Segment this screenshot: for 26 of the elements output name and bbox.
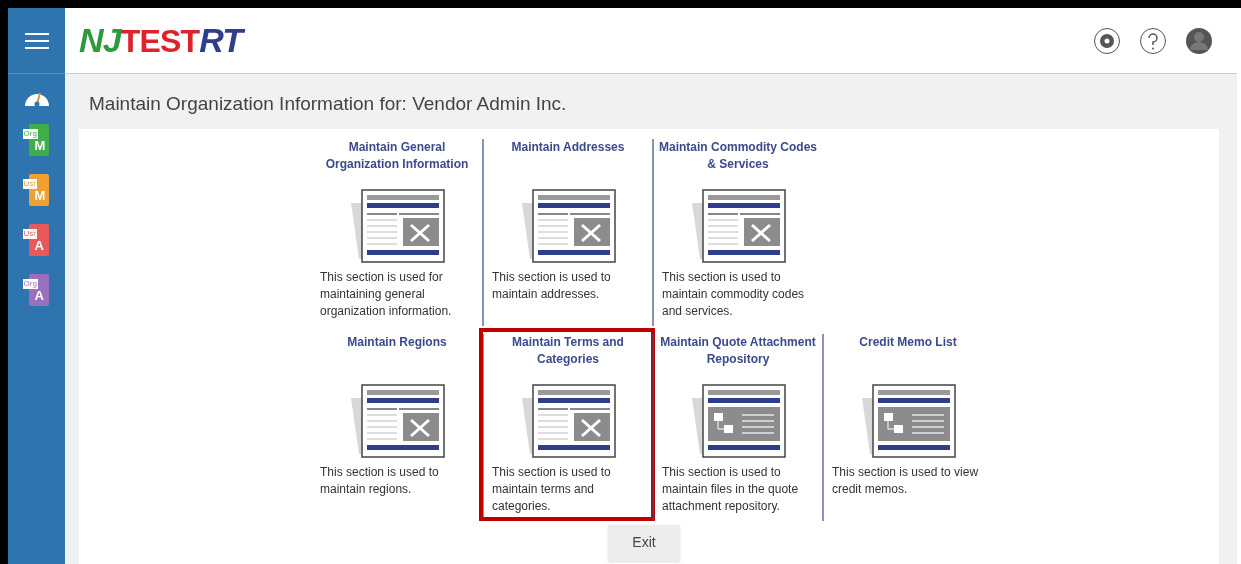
form-with-tools-icon bbox=[349, 383, 445, 460]
form-with-folders-icon bbox=[690, 383, 786, 460]
section-link[interactable]: Maintain General Organization Information bbox=[316, 138, 478, 173]
form-with-tools-icon bbox=[690, 188, 786, 265]
form-with-tools-icon bbox=[520, 383, 616, 460]
section-link[interactable]: Maintain Terms and Categories bbox=[488, 333, 648, 368]
section-link[interactable]: Maintain Regions bbox=[347, 333, 447, 351]
help-icon[interactable] bbox=[1139, 26, 1167, 55]
form-with-folders-icon bbox=[860, 383, 956, 460]
user-icon[interactable] bbox=[1185, 26, 1213, 55]
form-with-tools-icon bbox=[520, 188, 616, 265]
form-with-tools-icon bbox=[349, 188, 445, 265]
page-title: Maintain Organization Information for: Vendor Admin Inc. bbox=[88, 92, 568, 116]
section-description: This section is used to view credit memos. bbox=[831, 463, 980, 498]
settings-icon[interactable] bbox=[1093, 26, 1121, 55]
section-description: This section is used to maintain regions. bbox=[319, 463, 440, 498]
section-link[interactable]: Maintain Addresses bbox=[511, 138, 625, 156]
section-link[interactable]: Maintain Commodity Codes & Services bbox=[658, 138, 818, 173]
section-description: This section is used to maintain addresses. bbox=[491, 268, 612, 303]
section-link[interactable]: Maintain Quote Attachment Repository bbox=[658, 333, 818, 368]
section-description: This section is used to maintain files in the quote attachment repository. bbox=[661, 463, 800, 515]
section-description: This section is used for maintaining general organization information. bbox=[319, 268, 453, 320]
section-description: This section is used to maintain commodity codes and services. bbox=[661, 268, 806, 320]
section-description: This section is used to maintain terms and categories. bbox=[491, 463, 612, 515]
exit-button[interactable]: Exit bbox=[608, 524, 680, 561]
section-link[interactable]: Credit Memo List bbox=[859, 333, 957, 351]
